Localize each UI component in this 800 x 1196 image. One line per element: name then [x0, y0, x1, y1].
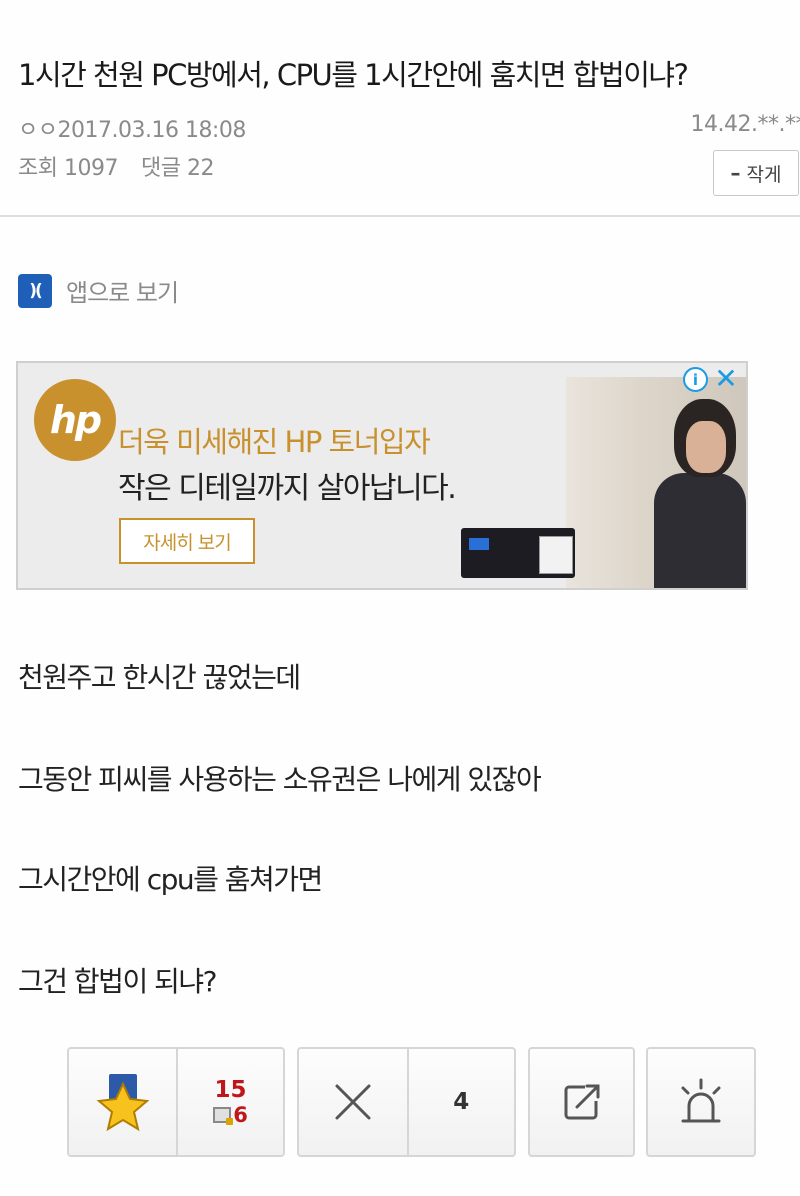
dislike-group: 4 [297, 1047, 516, 1157]
ad-close-icon[interactable]: ✕ [712, 365, 740, 393]
post-body-line: 천원주고 한시간 끊었는데 [18, 661, 301, 694]
favorite-group: 15 6 [67, 1047, 285, 1157]
toner-cartridge [539, 536, 573, 574]
favorite-count: 15 [214, 1077, 247, 1103]
share-icon [564, 1084, 599, 1120]
printer-screen [469, 538, 489, 550]
gallery-icon [213, 1107, 234, 1125]
favorite-button[interactable] [69, 1049, 176, 1155]
share-button[interactable] [530, 1049, 633, 1155]
post-body-line: 그동안 피씨를 사용하는 소유권은 나에게 있잖아 [18, 763, 542, 796]
ad-photo [566, 377, 746, 588]
post-author-date: ㅇㅇ2017.03.16 18:08 [18, 112, 246, 144]
comments-label: 댓글 [140, 156, 181, 181]
dislike-count-cell: 4 [406, 1049, 515, 1155]
open-in-app-label: 앱으로 보기 [66, 279, 179, 307]
post-title: 1시간 천원 PC방에서, CPU를 1시간안에 훔치면 합법이냐? [18, 58, 689, 92]
x-icon [335, 1084, 371, 1120]
comments-count[interactable]: 22 [187, 156, 215, 181]
alarm-icon [681, 1078, 721, 1123]
report-group [646, 1047, 756, 1157]
post-stats: 조회 1097 댓글 22 [18, 150, 214, 182]
post-author[interactable]: ㅇㅇ [18, 118, 58, 143]
app-logo-icon: )( [18, 273, 52, 308]
ad-person-face [686, 421, 726, 473]
dislike-count: 4 [453, 1089, 470, 1115]
share-group [528, 1047, 635, 1157]
ad-subheadline: 작은 디테일까지 살아납니다. [118, 471, 457, 506]
ad-info-icon[interactable]: i [683, 367, 708, 392]
font-size-label: 작게 [746, 163, 782, 186]
report-button[interactable] [648, 1049, 754, 1155]
views-count: 1097 [63, 156, 119, 181]
views-label: 조회 [18, 156, 58, 181]
ad-details-button[interactable]: 자세히 보기 [119, 518, 255, 564]
post-body-line: 그시간안에 cpu를 훔쳐가면 [18, 863, 323, 896]
printer-image [461, 528, 575, 578]
ad-headline: 더욱 미세해진 HP 토너입자 [118, 425, 431, 459]
post-body-line: 그건 합법이 되냐? [18, 965, 217, 998]
dislike-button[interactable] [299, 1049, 407, 1155]
favorite-sub-count: 6 [233, 1103, 248, 1127]
open-in-app-link[interactable]: )( 앱으로 보기 [18, 273, 179, 308]
hp-ad-banner[interactable]: hp 더욱 미세해진 HP 토너입자 작은 디테일까지 살아납니다. 자세히 보… [16, 361, 748, 590]
post-ip: 14.42.**.** [690, 112, 800, 137]
font-size-button[interactable]: – 작게 [713, 150, 799, 196]
hp-logo: hp [34, 379, 116, 461]
header-divider [0, 215, 800, 217]
star-icon [96, 1074, 149, 1132]
favorite-count-cell[interactable]: 15 6 [176, 1049, 283, 1155]
ad-person-body [654, 473, 746, 588]
minus-icon: – [730, 161, 741, 185]
post-date: 2017.03.16 18:08 [57, 118, 246, 143]
